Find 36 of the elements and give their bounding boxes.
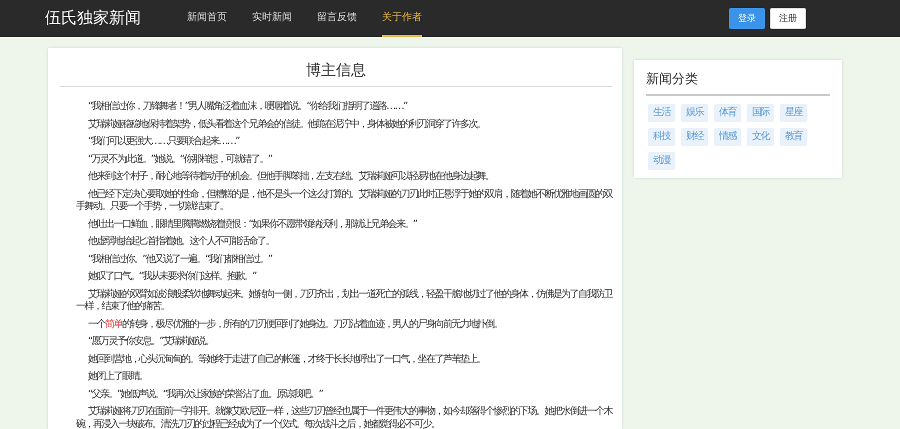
category-tag[interactable]: 娱乐 [681, 104, 708, 122]
category-tag[interactable]: 文化 [747, 128, 774, 146]
article-paragraph: 艾瑞莉娅的双臂如波浪般柔软地舞动起来。她转向一侧，刀刃齐出，划出一道死亡的弧线，轻盈干脆地切过了他的身体，仿佛是为了自我防卫一样，结束了他的痛苦。 [76, 288, 612, 314]
category-tag[interactable]: 情感 [714, 128, 741, 146]
category-title: 新闻分类 [646, 70, 830, 96]
article-paragraph: “父亲。”她低声说。“我再次让家族的荣誉沾了血。原谅我吧。” [87, 388, 324, 401]
login-button[interactable]: 登录 [729, 8, 765, 29]
nav-link[interactable]: 新闻首页 [187, 0, 227, 37]
nav-link[interactable]: 关于作者 [382, 0, 422, 37]
article-paragraph: 她回到营地，心头沉甸甸的。等她终于走进了自己的帐篷，才终于长长地呼出了一口气，坐在了芦苇垫上。 [87, 354, 486, 366]
register-button[interactable]: 注册 [770, 8, 806, 29]
category-tag[interactable]: 体育 [714, 104, 741, 122]
article-paragraph: 一个简单的转身，极尽优雅的一步，所有的刀刃便回到了她身边。刀刃沾着血迹，男人的尸身向前无力地扑倒。 [87, 318, 504, 331]
article-paragraph: “我们可以更强大……只要联合起来……” [87, 136, 240, 148]
article-paragraph: 她闭上了眼睛。 [87, 371, 148, 384]
article-paragraph: 艾瑞莉娅稳稳地保持着架势，低头看着这个兄弟会的信徒。他跪在泥泞中，身体被她的利刃洞穿了许多次。 [87, 118, 486, 131]
article-paragraph: 他已经下定决心要取她的性命，但糟糕的是，他不是头一个这么打算的。艾瑞莉娅的刀刃此时正悬浮于她的双肩，随着她不断优雅地画圆的双手舞动。只要一个手势，一切就结束了。 [76, 188, 612, 214]
category-tag[interactable]: 动漫 [648, 152, 675, 170]
site-logo: 伍氏独家新闻 [45, 8, 142, 29]
category-tag[interactable]: 教育 [780, 128, 807, 146]
article-paragraph: 他虚弱地抬起匕首指着她。这个人不可能活命了。 [87, 236, 275, 248]
article-paragraph: “万灵不为此道。”她说。“你那样想，可就错了。” [87, 154, 274, 166]
nav-link[interactable]: 留言反馈 [317, 0, 357, 37]
nav-link[interactable]: 实时新闻 [252, 0, 292, 37]
article-paragraph: 她叹了口气。“我从未要求你们这样。抱歉。” [87, 271, 258, 284]
category-tag[interactable]: 财经 [681, 128, 708, 146]
article-paragraph: “愿万灵予你安息。”艾瑞莉娅说。 [87, 336, 215, 348]
article-paragraph: “我相信过你。”他又说了一遍。“我们都相信过。” [87, 254, 274, 266]
category-tag[interactable]: 国际 [747, 104, 774, 122]
category-tag[interactable]: 生活 [648, 104, 675, 122]
article-paragraph: 他来到这个村子，耐心地等待着动手的机会。但他手脚笨拙，左支右绌。艾瑞莉娅可以轻易地在他身边起舞。 [87, 171, 495, 184]
category-tag[interactable]: 星座 [780, 104, 807, 122]
category-tag[interactable]: 科技 [648, 128, 675, 146]
article-paragraph: 他吐出一口鲜血，眼睛里腾腾燃烧着愤恨：“如果你不愿带领纳沃利，那就让兄弟会来。” [87, 218, 418, 231]
article-title: 博主信息 [60, 58, 612, 87]
article-paragraph: “我相信过你，刀锋舞者！”男人嘴角泛着血沫，哽咽着说。“你给我们指明了道路……” [87, 101, 408, 114]
